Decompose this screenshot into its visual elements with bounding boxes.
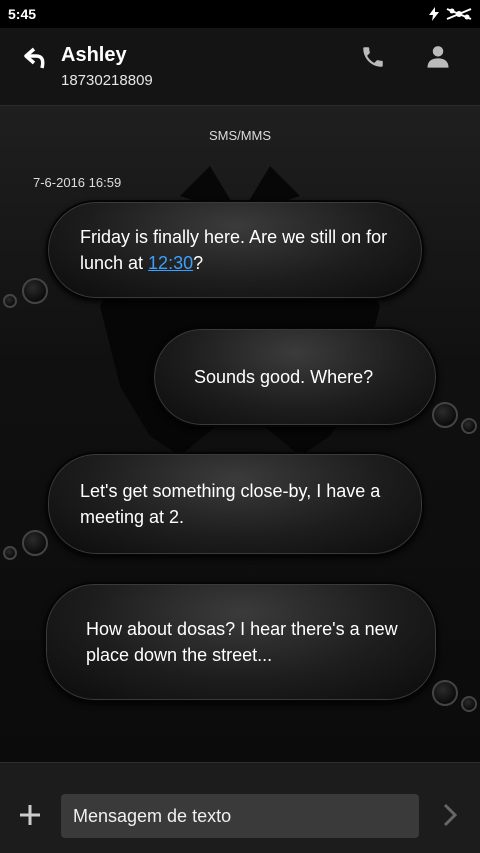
- message-text-part: ?: [193, 253, 204, 273]
- message-text-part: Friday is finally here. Are we still on …: [80, 227, 388, 273]
- charging-icon: [429, 7, 439, 21]
- conversation-view[interactable]: SMS/MMS 7-6-2016 16:59 Friday is finally…: [0, 106, 480, 762]
- plus-icon[interactable]: [18, 803, 42, 827]
- message-input[interactable]: [61, 794, 419, 838]
- chevron-right-icon[interactable]: [438, 803, 462, 827]
- contact-number: 18730218809: [61, 72, 153, 89]
- message-composer: [0, 762, 480, 853]
- message-bubble-outgoing[interactable]: Sounds good. Where?: [152, 327, 438, 427]
- app-bar: Ashley 18730218809: [0, 28, 480, 106]
- water-drop-decoration: [461, 696, 477, 712]
- message-bubble-incoming[interactable]: Friday is finally here. Are we still on …: [46, 200, 424, 300]
- status-time: 5:45: [8, 6, 37, 22]
- water-drop-decoration: [432, 402, 458, 428]
- message-text: Sounds good. Where?: [194, 367, 374, 387]
- time-link[interactable]: 12:30: [148, 253, 193, 273]
- message-type-label: SMS/MMS: [208, 128, 272, 143]
- back-arrow-icon[interactable]: [22, 44, 52, 72]
- message-text: How about dosas? I hear there's a new pl…: [86, 619, 398, 665]
- message-text: Let's get something close-by, I have a m…: [80, 481, 381, 527]
- status-icons: [428, 7, 472, 21]
- person-icon[interactable]: [424, 42, 452, 70]
- message-text: Friday is finally here. Are we still on …: [80, 224, 392, 276]
- signal-icon: [446, 8, 472, 20]
- message-bubble-outgoing[interactable]: How about dosas? I hear there's a new pl…: [44, 582, 438, 702]
- water-drop-decoration: [3, 294, 17, 308]
- water-drop-decoration: [22, 278, 48, 304]
- water-drop-decoration: [22, 530, 48, 556]
- water-drop-decoration: [461, 418, 477, 434]
- message-bubble-incoming[interactable]: Let's get something close-by, I have a m…: [46, 452, 424, 556]
- water-drop-decoration: [3, 546, 17, 560]
- message-timestamp: 7-6-2016 16:59: [33, 175, 122, 190]
- status-bar: 5:45: [0, 0, 480, 28]
- phone-icon[interactable]: [360, 44, 386, 70]
- contact-name: Ashley: [61, 44, 127, 66]
- water-drop-decoration: [432, 680, 458, 706]
